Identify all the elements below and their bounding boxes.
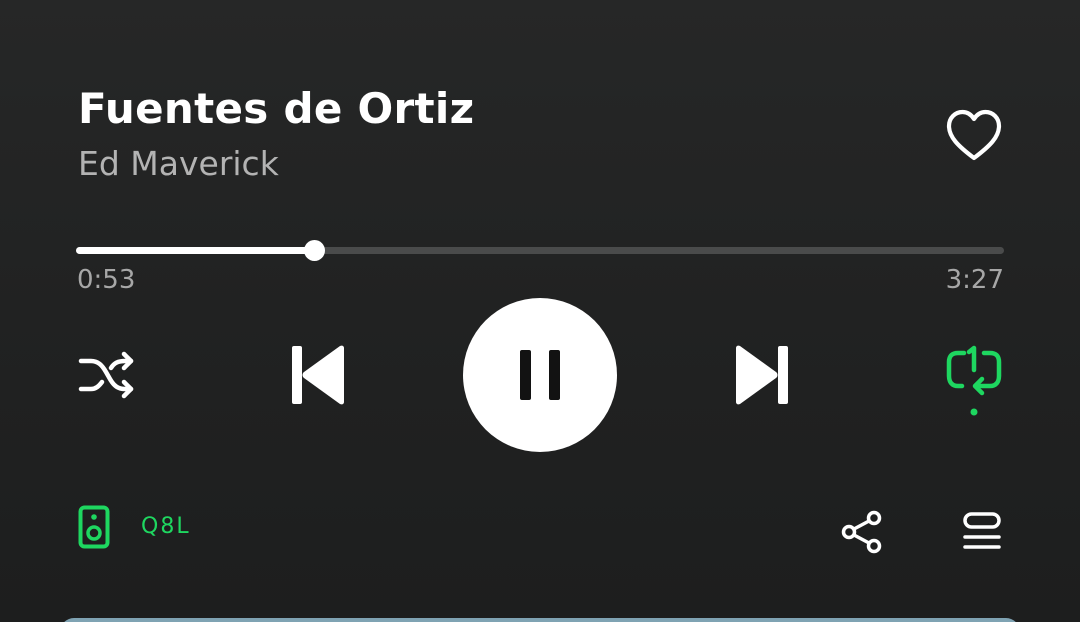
repeat-button[interactable] — [944, 344, 1004, 418]
pause-button[interactable] — [463, 298, 617, 452]
track-title[interactable]: Fuentes de Ortiz — [78, 84, 474, 133]
elapsed-time: 0:53 — [77, 265, 136, 295]
progress-fill — [76, 247, 314, 254]
pause-icon — [520, 350, 560, 400]
device-name[interactable]: Q8L — [141, 514, 191, 539]
next-button[interactable] — [732, 344, 792, 406]
heart-icon — [946, 109, 1002, 161]
previous-button[interactable] — [288, 344, 348, 406]
queue-icon — [963, 512, 1001, 549]
progress-bar[interactable] — [76, 240, 1004, 261]
connect-device-button[interactable] — [78, 505, 110, 549]
progress-handle[interactable] — [304, 240, 325, 261]
skip-previous-icon — [292, 345, 344, 405]
share-icon — [841, 510, 882, 554]
shuffle-icon — [78, 351, 134, 399]
skip-next-icon — [736, 345, 788, 405]
total-time: 3:27 — [945, 265, 1004, 295]
speaker-icon — [78, 505, 110, 549]
shuffle-button[interactable] — [78, 348, 136, 402]
share-button[interactable] — [840, 510, 884, 554]
like-button[interactable] — [944, 106, 1004, 166]
repeat-one-icon — [946, 345, 1002, 416]
queue-button[interactable] — [960, 510, 1004, 554]
lyrics-card-edge[interactable] — [60, 618, 1020, 622]
track-artist[interactable]: Ed Maverick — [78, 144, 279, 183]
